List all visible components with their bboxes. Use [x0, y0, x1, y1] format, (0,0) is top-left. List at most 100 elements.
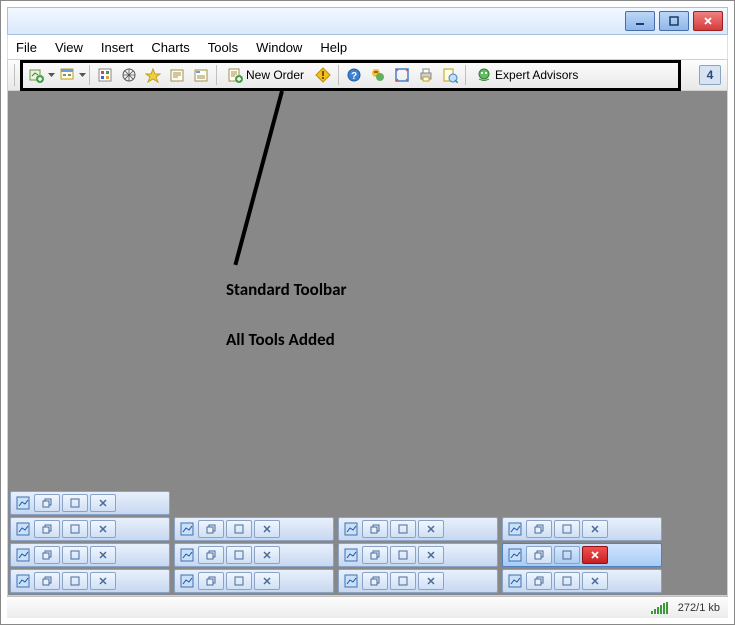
mdi-maximize-button[interactable]	[226, 520, 252, 538]
menu-file[interactable]: File	[16, 40, 37, 55]
mdi-close-button[interactable]	[582, 572, 608, 590]
new-order-button[interactable]: New Order	[220, 64, 311, 86]
mdi-restore-button[interactable]	[34, 572, 60, 590]
new-chart-dropdown[interactable]	[48, 73, 55, 77]
mdi-window[interactable]	[338, 543, 498, 567]
mdi-restore-button[interactable]	[526, 546, 552, 564]
mdi-close-button[interactable]	[418, 572, 444, 590]
mdi-window[interactable]	[10, 543, 170, 567]
menu-insert[interactable]: Insert	[101, 40, 134, 55]
chart-icon	[178, 520, 196, 538]
mdi-restore-button[interactable]	[198, 546, 224, 564]
mdi-maximize-button[interactable]	[226, 572, 252, 590]
mdi-restore-button[interactable]	[362, 546, 388, 564]
svg-text:?: ?	[351, 71, 357, 82]
mdi-maximize-button[interactable]	[62, 546, 88, 564]
toolbar-grip[interactable]	[14, 64, 20, 86]
chart-icon	[14, 546, 32, 564]
menu-view[interactable]: View	[55, 40, 83, 55]
mdi-close-button[interactable]	[418, 520, 444, 538]
terminal-button[interactable]	[165, 64, 189, 86]
mdi-close-button[interactable]	[254, 520, 280, 538]
mdi-restore-button[interactable]	[198, 520, 224, 538]
mdi-restore-button[interactable]	[362, 520, 388, 538]
mdi-maximize-button[interactable]	[62, 520, 88, 538]
menu-help[interactable]: Help	[320, 40, 347, 55]
mdi-close-button[interactable]	[254, 572, 280, 590]
mdi-close-button[interactable]	[582, 546, 608, 564]
new-chart-button[interactable]	[24, 64, 48, 86]
mdi-window[interactable]	[338, 517, 498, 541]
mdi-window[interactable]	[338, 569, 498, 593]
navigator-button[interactable]	[141, 64, 165, 86]
chart-icon	[342, 520, 360, 538]
mdi-maximize-button[interactable]	[390, 546, 416, 564]
menubar: File View Insert Charts Tools Window Hel…	[7, 35, 728, 59]
mdi-window[interactable]	[10, 569, 170, 593]
chart-icon	[14, 572, 32, 590]
profiles-dropdown[interactable]	[79, 73, 86, 77]
chart-icon	[178, 546, 196, 564]
mdi-maximize-button[interactable]	[554, 572, 580, 590]
mdi-window[interactable]	[502, 517, 662, 541]
traffic-text: 272/1 kb	[678, 602, 720, 614]
mdi-maximize-button[interactable]	[554, 546, 580, 564]
mdi-maximize-button[interactable]	[62, 572, 88, 590]
market-watch-button[interactable]	[93, 64, 117, 86]
menu-window[interactable]: Window	[256, 40, 302, 55]
annotation-text-1: Standard Toolbar	[226, 279, 347, 300]
data-window-button[interactable]	[117, 64, 141, 86]
print-button[interactable]	[414, 64, 438, 86]
mdi-window[interactable]	[174, 569, 334, 593]
mdi-restore-button[interactable]	[526, 520, 552, 538]
mdi-close-button[interactable]	[90, 546, 116, 564]
mdi-close-button[interactable]	[90, 494, 116, 512]
mdi-restore-button[interactable]	[34, 494, 60, 512]
autotrade-button[interactable]	[366, 64, 390, 86]
mdi-window[interactable]	[10, 517, 170, 541]
maximize-button[interactable]	[659, 11, 689, 31]
mdi-restore-button[interactable]	[526, 572, 552, 590]
annotation-line	[233, 91, 283, 265]
mdi-restore-button[interactable]	[34, 546, 60, 564]
profiles-button[interactable]	[55, 64, 79, 86]
annotation-text-2: All Tools Added	[226, 329, 335, 350]
chart-icon	[506, 572, 524, 590]
fullscreen-button[interactable]	[390, 64, 414, 86]
mdi-window[interactable]	[10, 491, 170, 515]
mdi-maximize-button[interactable]	[390, 520, 416, 538]
chart-icon	[14, 494, 32, 512]
expert-advisors-button[interactable]: Expert Advisors	[469, 64, 585, 86]
mdi-window-active[interactable]	[502, 543, 662, 567]
mdi-close-button[interactable]	[582, 520, 608, 538]
expert-advisors-label: Expert Advisors	[495, 68, 578, 82]
close-button[interactable]	[693, 11, 723, 31]
mdi-window[interactable]	[502, 569, 662, 593]
mdi-workspace: Standard Toolbar All Tools Added	[7, 91, 728, 596]
new-order-label: New Order	[246, 68, 304, 82]
mdi-close-button[interactable]	[90, 572, 116, 590]
mdi-maximize-button[interactable]	[226, 546, 252, 564]
mdi-restore-button[interactable]	[34, 520, 60, 538]
standard-toolbar: New Order ? Expert Advisors 4	[7, 59, 728, 91]
metaquotes-button[interactable]	[311, 64, 335, 86]
alerts-badge[interactable]: 4	[699, 65, 721, 85]
print-preview-button[interactable]	[438, 64, 462, 86]
mdi-restore-button[interactable]	[198, 572, 224, 590]
mdi-maximize-button[interactable]	[554, 520, 580, 538]
mdi-close-button[interactable]	[254, 546, 280, 564]
mdi-close-button[interactable]	[418, 546, 444, 564]
mdi-maximize-button[interactable]	[390, 572, 416, 590]
mdi-window[interactable]	[174, 517, 334, 541]
help-button[interactable]: ?	[342, 64, 366, 86]
mdi-maximize-button[interactable]	[62, 494, 88, 512]
menu-charts[interactable]: Charts	[151, 40, 189, 55]
statusbar: 272/1 kb	[7, 596, 728, 618]
chart-icon	[342, 572, 360, 590]
minimize-button[interactable]	[625, 11, 655, 31]
menu-tools[interactable]: Tools	[208, 40, 238, 55]
mdi-window[interactable]	[174, 543, 334, 567]
strategy-tester-button[interactable]	[189, 64, 213, 86]
mdi-restore-button[interactable]	[362, 572, 388, 590]
mdi-close-button[interactable]	[90, 520, 116, 538]
